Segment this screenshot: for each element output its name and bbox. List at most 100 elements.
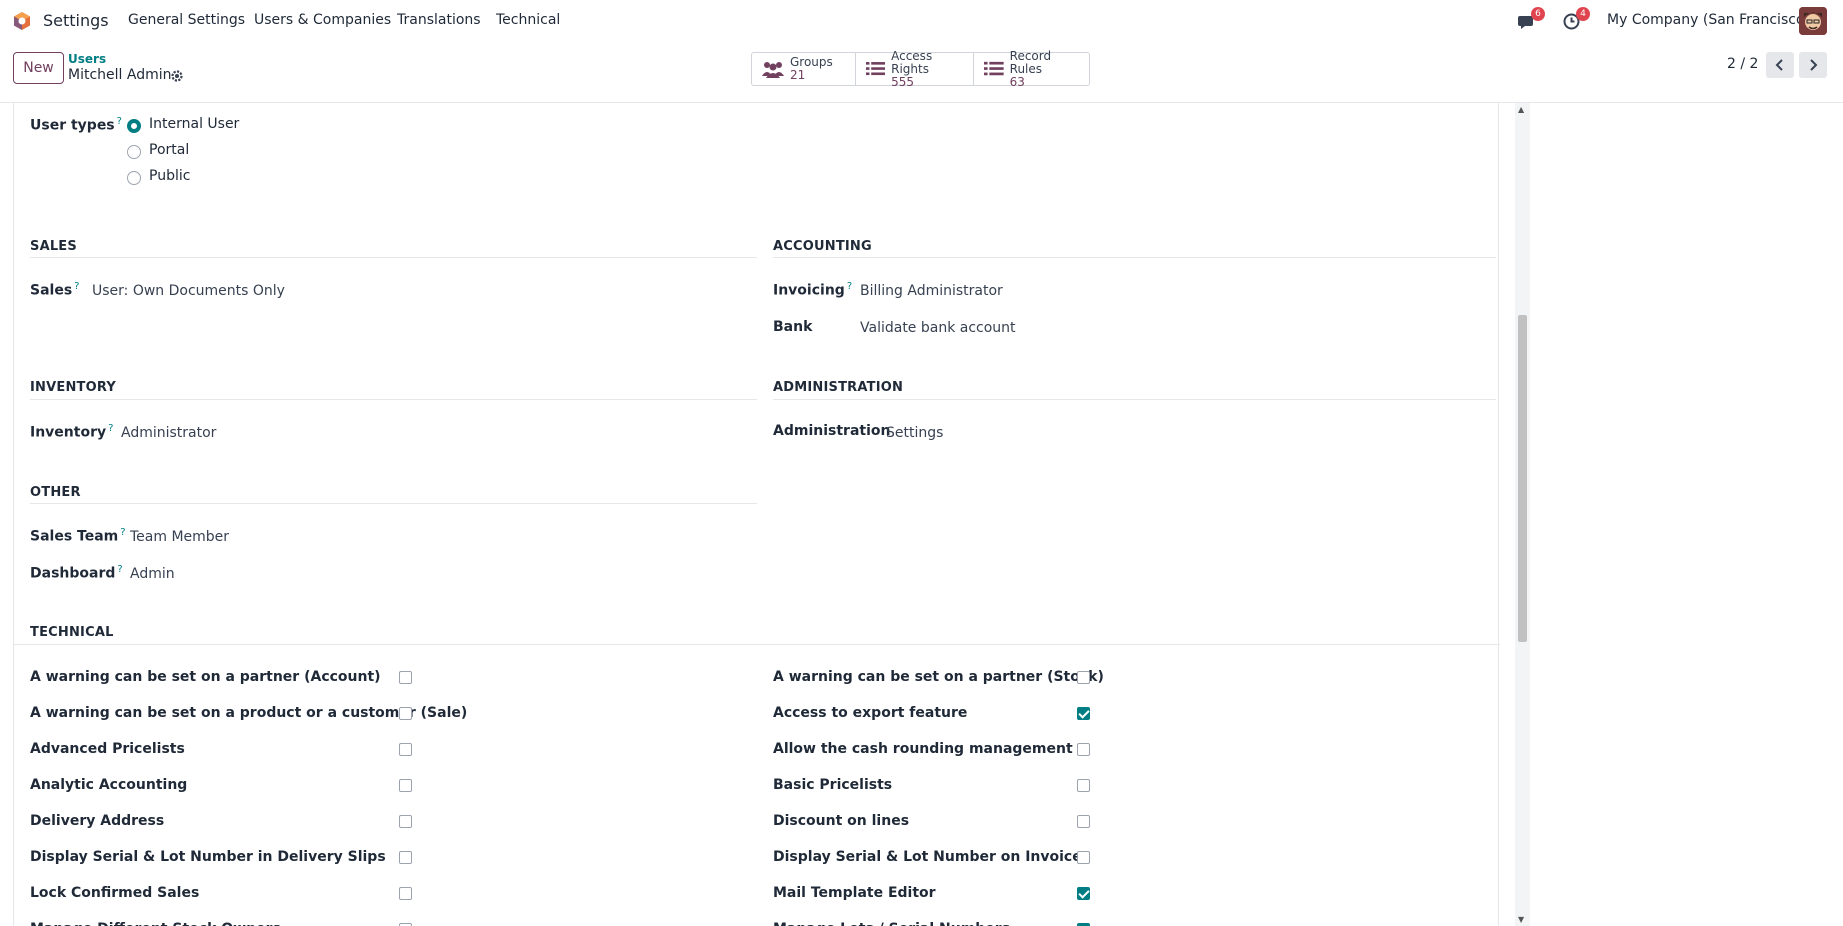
section-title-sales: SALES (30, 239, 77, 254)
top-navbar: Settings General Settings Users & Compan… (0, 0, 1843, 42)
section-divider (14, 644, 1500, 645)
menu-translations[interactable]: Translations (397, 12, 481, 28)
record-rules-smart-button[interactable]: Record Rules 63 (974, 48, 1089, 88)
technical-option-label: Basic Pricelists (773, 777, 893, 793)
section-divider (30, 257, 757, 258)
user-types-label: User types? (30, 116, 122, 134)
dashboard-label: Dashboard? (30, 564, 123, 582)
sales-value[interactable]: User: Own Documents Only (92, 283, 285, 299)
technical-option-label: Access to export feature (773, 705, 968, 721)
technical-option-checkbox-right-4[interactable] (1077, 815, 1090, 828)
section-title-technical: TECHNICAL (30, 625, 114, 640)
breadcrumb-current: Mitchell Admin (68, 67, 172, 83)
users-icon (762, 62, 784, 78)
section-title-administration: ADMINISTRATION (773, 380, 904, 395)
scroll-up-arrow-icon[interactable]: ▲ (1518, 105, 1524, 114)
dashboard-value[interactable]: Admin (130, 566, 175, 582)
help-icon[interactable]: ? (847, 281, 852, 292)
access-rights-count: 555 (891, 74, 915, 89)
scroll-thumb[interactable] (1518, 315, 1527, 642)
help-icon[interactable]: ? (117, 564, 122, 575)
record-rules-count: 63 (1009, 74, 1025, 89)
groups-count: 21 (790, 68, 806, 82)
avatar-face-icon (1799, 7, 1827, 35)
technical-option-checkbox-left-2[interactable] (399, 743, 412, 756)
technical-option-checkbox-left-1[interactable] (399, 707, 412, 720)
technical-option-checkbox-right-6[interactable] (1077, 887, 1090, 900)
inventory-label: Inventory? (30, 423, 114, 441)
new-button[interactable]: New (13, 52, 64, 84)
technical-option-label: Lock Confirmed Sales (30, 885, 200, 901)
technical-option-checkbox-left-3[interactable] (399, 779, 412, 792)
technical-option-checkbox-right-2[interactable] (1077, 743, 1090, 756)
technical-option-label: Manage Different Stock Owners (30, 921, 281, 926)
breadcrumb-users[interactable]: Users (68, 52, 106, 66)
chevron-left-icon (1775, 59, 1783, 71)
app-name[interactable]: Settings (43, 11, 109, 30)
administration-value[interactable]: Settings (886, 425, 943, 441)
technical-option-checkbox-left-5[interactable] (399, 851, 412, 864)
invoicing-value[interactable]: Billing Administrator (860, 283, 1003, 299)
help-icon[interactable]: ? (120, 527, 125, 538)
radio-public[interactable] (127, 171, 141, 185)
technical-option-checkbox-right-5[interactable] (1077, 851, 1090, 864)
radio-label-portal[interactable]: Portal (149, 142, 189, 158)
radio-internal-user[interactable] (127, 119, 141, 133)
gear-icon[interactable] (170, 69, 184, 83)
access-rights-label: Access Rights (891, 48, 933, 76)
sales-team-label: Sales Team? (30, 527, 126, 545)
technical-option-checkbox-left-4[interactable] (399, 815, 412, 828)
technical-option-label: Analytic Accounting (30, 777, 188, 793)
administration-label: Administration (773, 423, 891, 439)
help-icon[interactable]: ? (117, 116, 122, 127)
technical-option-checkbox-right-3[interactable] (1077, 779, 1090, 792)
access-rights-smart-button[interactable]: Access Rights 555 (856, 48, 974, 88)
invoicing-label: Invoicing? (773, 281, 853, 299)
technical-option-checkbox-right-1[interactable] (1077, 707, 1090, 720)
vertical-scrollbar[interactable]: ▲ ▼ (1515, 103, 1530, 926)
pager-previous-button[interactable] (1766, 52, 1794, 78)
scroll-down-arrow-icon[interactable]: ▼ (1518, 915, 1524, 924)
smart-buttons: Groups 21 Access Rights 555 Record Rules 63 (751, 48, 1090, 88)
activities-badge: 4 (1576, 7, 1590, 21)
company-switcher[interactable]: My Company (San Francisco) (1607, 12, 1810, 28)
help-icon[interactable]: ? (108, 423, 113, 434)
technical-option-label: Discount on lines (773, 813, 910, 829)
radio-label-internal-user[interactable]: Internal User (149, 116, 239, 132)
technical-option-label: Delivery Address (30, 813, 165, 829)
list-icon (866, 62, 886, 76)
technical-option-checkbox-left-0[interactable] (399, 671, 412, 684)
groups-smart-button[interactable]: Groups 21 (752, 53, 856, 85)
pager-next-button[interactable] (1799, 52, 1827, 78)
bank-value[interactable]: Validate bank account (860, 320, 1016, 336)
menu-general-settings[interactable]: General Settings (128, 12, 245, 28)
record-rules-label: Record Rules (1009, 48, 1052, 76)
technical-option-label: Allow the cash rounding management (773, 741, 1073, 757)
inventory-value[interactable]: Administrator (121, 425, 216, 441)
help-icon[interactable]: ? (74, 281, 79, 292)
section-title-accounting: ACCOUNTING (773, 239, 872, 254)
pager-value[interactable]: 2 / 2 (1727, 56, 1758, 72)
control-panel: New Users Mitchell Admin Groups 21 Access… (0, 42, 1843, 103)
user-avatar[interactable] (1799, 7, 1827, 35)
radio-label-public[interactable]: Public (149, 168, 190, 184)
section-divider (773, 257, 1496, 258)
technical-option-checkbox-right-0[interactable] (1077, 671, 1090, 684)
bank-label: Bank (773, 319, 813, 335)
section-title-other: OTHER (30, 485, 81, 500)
radio-portal[interactable] (127, 145, 141, 159)
section-divider (30, 503, 757, 504)
technical-option-label: Advanced Pricelists (30, 741, 185, 757)
technical-option-label: Manage Lots / Serial Numbers (773, 921, 1010, 926)
section-divider (30, 399, 757, 400)
menu-users-companies[interactable]: Users & Companies (254, 12, 391, 28)
section-divider (773, 399, 1496, 400)
menu-technical[interactable]: Technical (496, 12, 560, 28)
technical-option-checkbox-left-6[interactable] (399, 887, 412, 900)
messages-badge: 6 (1531, 7, 1545, 21)
sales-team-value[interactable]: Team Member (130, 529, 229, 545)
app-logo-icon[interactable] (12, 11, 32, 31)
technical-option-label: Mail Template Editor (773, 885, 936, 901)
chevron-right-icon (1810, 59, 1818, 71)
sales-label: Sales? (30, 281, 80, 299)
